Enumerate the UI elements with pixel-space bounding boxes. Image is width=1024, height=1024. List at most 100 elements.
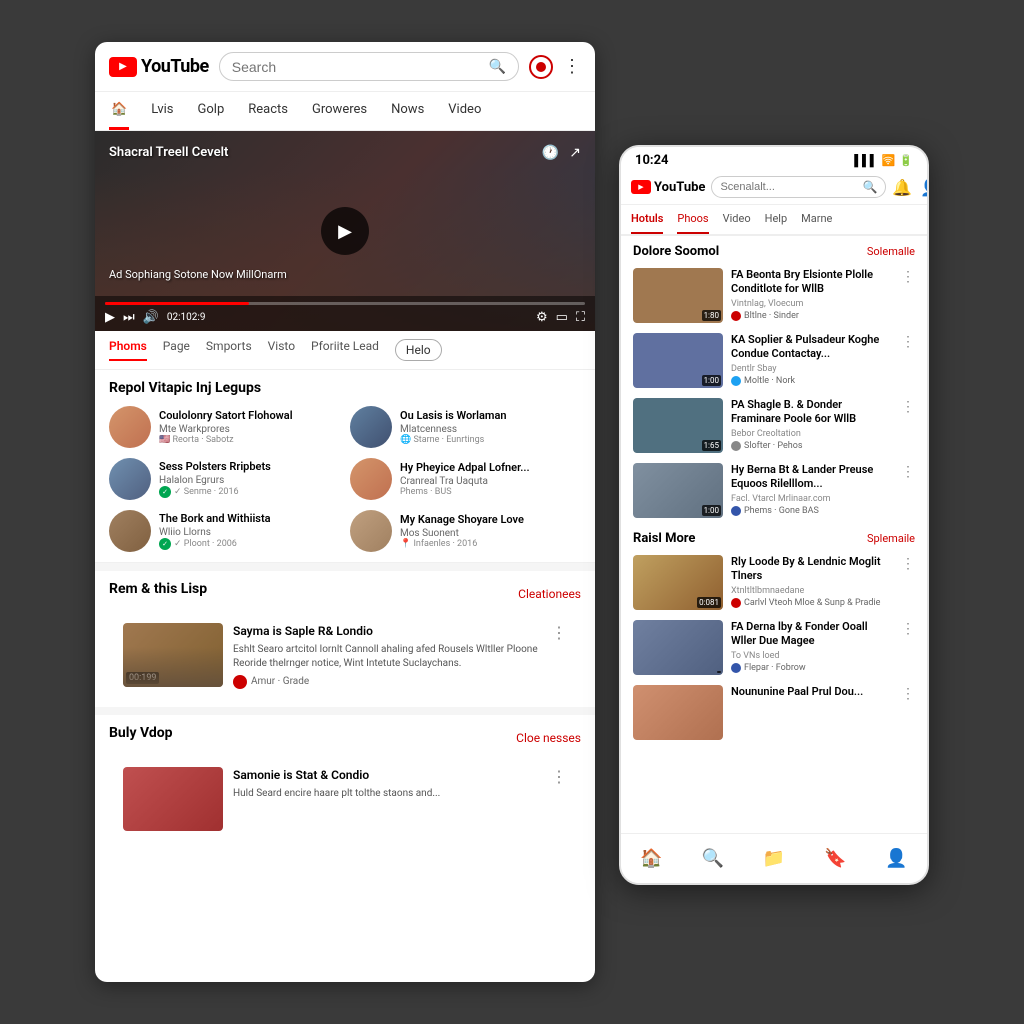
mobile-more-btn[interactable]: ⋮ bbox=[901, 555, 915, 572]
people-grid: Coulolonry Satort Flohowal Mte Warkprore… bbox=[109, 406, 581, 552]
settings-icon[interactable]: ⚙ bbox=[536, 310, 548, 325]
more-options-button[interactable]: ⋮ bbox=[551, 623, 567, 643]
mobile-channel-icon bbox=[731, 598, 741, 608]
clock-icon[interactable]: 🕐 bbox=[542, 145, 559, 161]
mobile-search-bar[interactable]: 🔍 bbox=[711, 176, 886, 198]
second-list-section: Buly Vdop Cloe nesses Samonie is Stat & … bbox=[95, 715, 595, 849]
video-controls: ▶ ⏭ 🔊 02:102:9 ⚙ ▭ ⛶ bbox=[95, 296, 595, 331]
person-item[interactable]: The Bork and Withiista Wliio Llorns ✓ ✓ … bbox=[109, 510, 340, 552]
person-name: Ou Lasis is Worlaman bbox=[400, 409, 581, 423]
person-item[interactable]: My Kanage Shoyare Love Mos Suonent 📍 Inf… bbox=[350, 510, 581, 552]
video-card-2[interactable]: Samonie is Stat & Condio Huld Seard enci… bbox=[109, 759, 581, 839]
mobile-nav-bookmarks-icon[interactable]: 🔖 bbox=[824, 848, 846, 869]
mobile-thumb-duration: 1:00 bbox=[702, 375, 721, 386]
video-card-info-2: Samonie is Stat & Condio Huld Seard enci… bbox=[233, 767, 541, 831]
nav-tab-home[interactable]: 🏠 bbox=[109, 92, 129, 130]
content-tab-helo[interactable]: Helo bbox=[395, 339, 442, 361]
play-pause-icon[interactable]: ▶ bbox=[105, 310, 115, 325]
mobile-status-icons: ▌▌▌ 🛜 🔋 bbox=[854, 154, 913, 167]
mobile-more-btn[interactable]: ⋮ bbox=[901, 463, 915, 480]
video-card[interactable]: 00:199 Sayma is Saple R& Londio Eshlt Se… bbox=[109, 615, 581, 697]
volume-icon[interactable]: 🔊 bbox=[143, 310, 159, 325]
content-tab-visto[interactable]: Visto bbox=[268, 339, 295, 361]
mobile-video-item-s2[interactable]: 0:081 Rly Loode By & Lendnic Moglit Tlne… bbox=[621, 550, 927, 615]
mobile-nav-hotuls[interactable]: Hotuls bbox=[631, 205, 663, 234]
content-tab-phoms[interactable]: Phoms bbox=[109, 339, 147, 361]
mobile-video-title: Noununine Paal Prul Dou... bbox=[731, 685, 893, 699]
mobile-nav-video[interactable]: Video bbox=[723, 205, 751, 234]
mobile-video-item-s2-2[interactable]: FA Derna lby & Fonder Ooall Wller Due Ma… bbox=[621, 615, 927, 680]
nav-tab-groweres[interactable]: Groweres bbox=[310, 92, 369, 130]
share-icon[interactable]: ↗ bbox=[569, 145, 581, 161]
mobile-video-item[interactable]: 1:65 PA Shagle B. & Donder Framinare Poo… bbox=[621, 393, 927, 458]
person-meta: 📍 Infaenles · 2016 bbox=[400, 539, 581, 549]
search-bar[interactable]: 🔍 bbox=[219, 52, 519, 81]
mobile-bell-icon[interactable]: 🔔 bbox=[892, 178, 912, 197]
nav-tab-reacts[interactable]: Reacts bbox=[246, 92, 290, 130]
search-icon-button[interactable]: 🔍 bbox=[489, 58, 506, 75]
more-options-icon[interactable]: ⋮ bbox=[563, 56, 581, 77]
nav-tab-video[interactable]: Video bbox=[446, 92, 483, 130]
time-display: 02:102:9 bbox=[167, 312, 206, 323]
mobile-channel-icon bbox=[731, 441, 741, 451]
mobile-video-channel: Moltle · Nork bbox=[731, 376, 893, 386]
mobile-nav-library-icon[interactable]: 📁 bbox=[763, 848, 785, 869]
person-item[interactable]: Hy Pheyice Adpal Lofner... Cranreal Tra … bbox=[350, 458, 581, 500]
mobile-more-btn[interactable]: ⋮ bbox=[901, 685, 915, 702]
video-player[interactable]: Shacral Treell Cevelt 🕐 ↗ ▶ Ad Sophiang … bbox=[95, 131, 595, 331]
person-meta-text: ✓ Senme · 2016 bbox=[174, 487, 239, 497]
mobile-video-item[interactable]: 1:00 Hy Berna Bt & Lander Preuse Equoos … bbox=[621, 458, 927, 523]
mobile-more-btn[interactable]: ⋮ bbox=[901, 620, 915, 637]
battery-icon: 🔋 bbox=[899, 154, 913, 167]
mobile-video-info: PA Shagle B. & Donder Framinare Poole 6o… bbox=[731, 398, 893, 451]
verified-check-icon: ✓ bbox=[159, 538, 171, 550]
person-meta: ✓ ✓ Ploont · 2006 bbox=[159, 538, 340, 550]
video-card-desc: Eshlt Searo artcitol Iornlt Cannoll ahal… bbox=[233, 643, 541, 671]
mobile-see-all-2[interactable]: Splemaile bbox=[867, 532, 915, 545]
mobile-nav-explore-icon[interactable]: 🔍 bbox=[702, 848, 724, 869]
mobile-nav-phoos[interactable]: Phoos bbox=[677, 205, 708, 234]
mobile-more-btn[interactable]: ⋮ bbox=[901, 268, 915, 285]
mobile-search-icon[interactable]: 🔍 bbox=[862, 180, 877, 194]
mobile-video-info: KA Soplier & Pulsadeur Koghe Condue Cont… bbox=[731, 333, 893, 386]
channel-name: Amur · Grade bbox=[251, 676, 309, 687]
mobile-video-item-s2-3[interactable]: Noununine Paal Prul Dou... ⋮ bbox=[621, 680, 927, 745]
content-tab-page[interactable]: Page bbox=[163, 339, 190, 361]
mobile-more-btn[interactable]: ⋮ bbox=[901, 333, 915, 350]
person-item[interactable]: Ou Lasis is Worlaman Mlatcenness 🌐 Starn… bbox=[350, 406, 581, 448]
content-tab-pforiite[interactable]: Pforiite Lead bbox=[311, 339, 379, 361]
mobile-see-all-1[interactable]: Solemalle bbox=[867, 245, 915, 258]
content-tab-smports[interactable]: Smports bbox=[206, 339, 252, 361]
person-meta: Phems · BUS bbox=[400, 487, 581, 497]
search-input[interactable] bbox=[232, 59, 483, 75]
mobile-more-btn[interactable]: ⋮ bbox=[901, 398, 915, 415]
theater-icon[interactable]: ▭ bbox=[556, 310, 568, 325]
mobile-nav-help[interactable]: Help bbox=[765, 205, 788, 234]
mobile-video-thumb: 1:65 bbox=[633, 398, 723, 453]
nav-tab-lvis[interactable]: Lvis bbox=[149, 92, 175, 130]
mobile-profile-icon[interactable]: 👤 bbox=[920, 178, 929, 197]
see-all-link[interactable]: Cleationees bbox=[518, 587, 581, 601]
next-icon[interactable]: ⏭ bbox=[123, 310, 135, 325]
mobile-nav-marne[interactable]: Marne bbox=[801, 205, 832, 234]
mobile-video-meta: Bebor Creoltation bbox=[731, 429, 893, 439]
more-options-button-2[interactable]: ⋮ bbox=[551, 767, 567, 787]
mobile-video-meta: Vintnlag, Vloecum bbox=[731, 299, 893, 309]
play-button[interactable]: ▶ bbox=[321, 207, 369, 255]
video-top-icons: 🕐 ↗ bbox=[542, 145, 581, 161]
nav-tab-golp[interactable]: Golp bbox=[196, 92, 227, 130]
record-icon[interactable] bbox=[529, 55, 553, 79]
mobile-search-input[interactable] bbox=[720, 181, 862, 193]
people-section-title: Repol Vitapic Inj Legups bbox=[109, 380, 581, 396]
person-item[interactable]: Coulolonry Satort Flohowal Mte Warkprore… bbox=[109, 406, 340, 448]
person-item[interactable]: Sess Polsters Rripbets Halalon Egrurs ✓ … bbox=[109, 458, 340, 500]
mobile-nav-profile-icon[interactable]: 👤 bbox=[885, 848, 907, 869]
fullscreen-icon[interactable]: ⛶ bbox=[576, 310, 585, 325]
mobile-video-item[interactable]: 1:00 KA Soplier & Pulsadeur Koghe Condue… bbox=[621, 328, 927, 393]
mobile-video-item[interactable]: 1:80 FA Beonta Bry Elsionte Plolle Condi… bbox=[621, 263, 927, 328]
nav-tab-nows[interactable]: Nows bbox=[389, 92, 426, 130]
mobile-nav-home-icon[interactable]: 🏠 bbox=[640, 848, 662, 869]
mobile-youtube-logo-icon bbox=[631, 180, 651, 194]
progress-bar[interactable] bbox=[105, 302, 585, 305]
second-see-all-link[interactable]: Cloe nesses bbox=[516, 731, 581, 745]
